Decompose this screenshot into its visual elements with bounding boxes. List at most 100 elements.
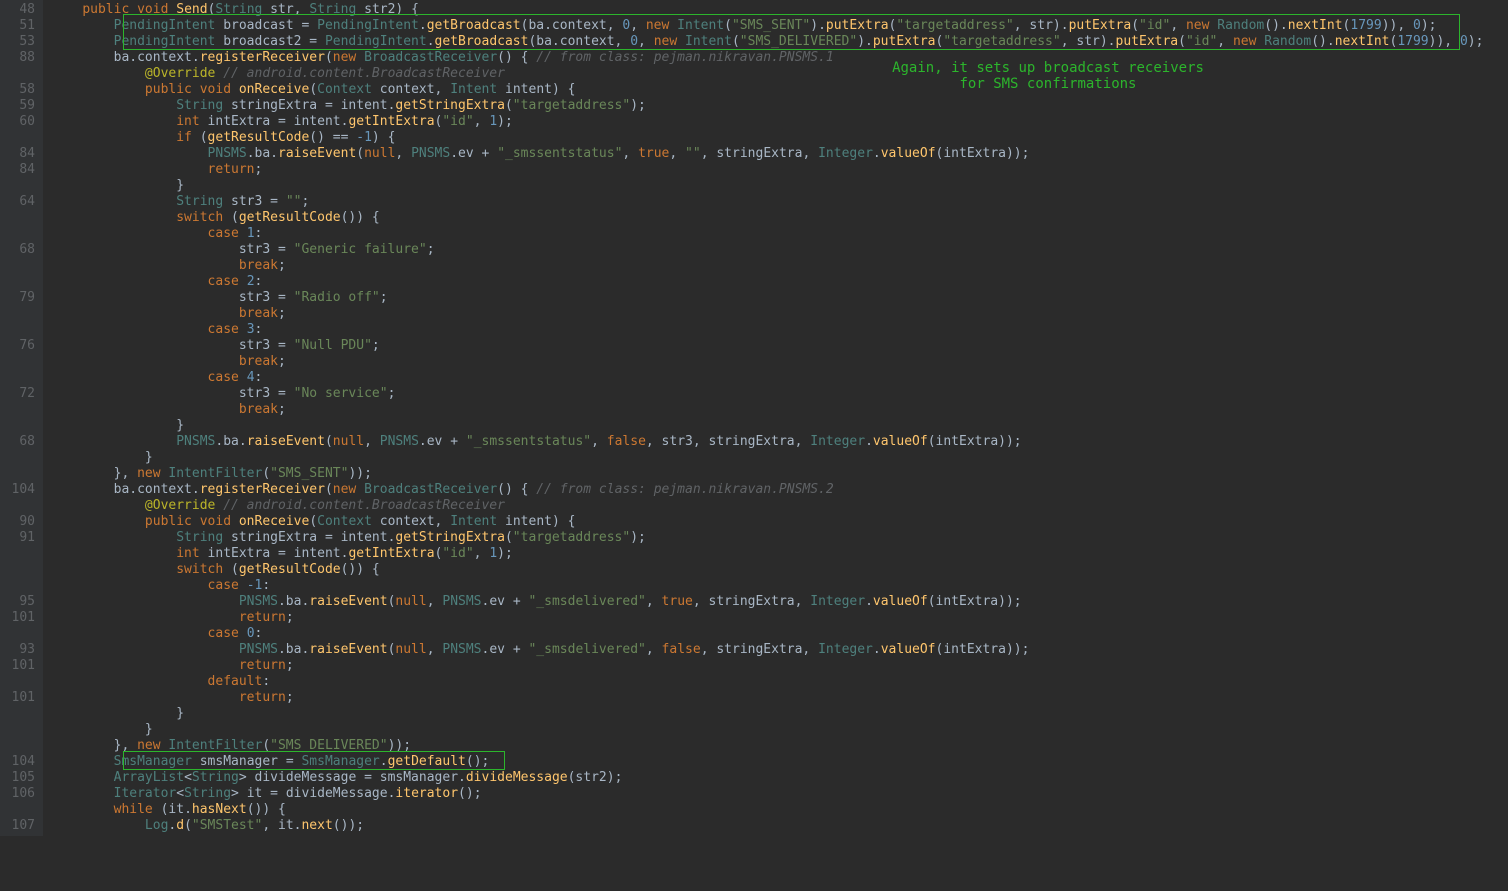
- line-number: 51: [0, 18, 35, 34]
- line-number: 107: [0, 818, 35, 834]
- code-line[interactable]: String stringExtra = intent.getStringExt…: [51, 530, 1508, 546]
- line-number: 59: [0, 98, 35, 114]
- code-line[interactable]: if (getResultCode() == -1) {: [51, 130, 1508, 146]
- code-line[interactable]: break;: [51, 258, 1508, 274]
- code-line[interactable]: }, new IntentFilter("SMS_DELIVERED"));: [51, 738, 1508, 754]
- line-number: [0, 450, 35, 466]
- line-number: 60: [0, 114, 35, 130]
- line-number: 101: [0, 610, 35, 626]
- code-line[interactable]: case 4:: [51, 370, 1508, 386]
- code-line[interactable]: }: [51, 722, 1508, 738]
- line-number: [0, 130, 35, 146]
- code-line[interactable]: }: [51, 418, 1508, 434]
- line-number: [0, 178, 35, 194]
- code-line[interactable]: }, new IntentFilter("SMS_SENT"));: [51, 466, 1508, 482]
- code-editor[interactable]: 4851538858596084846468797672681049091951…: [0, 0, 1508, 836]
- code-line[interactable]: case 1:: [51, 226, 1508, 242]
- line-number: 95: [0, 594, 35, 610]
- code-line[interactable]: PNSMS.ba.raiseEvent(null, PNSMS.ev + "_s…: [51, 434, 1508, 450]
- code-line[interactable]: switch (getResultCode()) {: [51, 562, 1508, 578]
- line-number: 76: [0, 338, 35, 354]
- code-line[interactable]: default:: [51, 674, 1508, 690]
- code-line[interactable]: return;: [51, 610, 1508, 626]
- line-number: 72: [0, 386, 35, 402]
- code-line[interactable]: case 0:: [51, 626, 1508, 642]
- code-line[interactable]: int intExtra = intent.getIntExtra("id", …: [51, 546, 1508, 562]
- code-line[interactable]: case 2:: [51, 274, 1508, 290]
- code-line[interactable]: String stringExtra = intent.getStringExt…: [51, 98, 1508, 114]
- line-number: [0, 258, 35, 274]
- line-number: [0, 306, 35, 322]
- line-number: [0, 402, 35, 418]
- line-number: [0, 706, 35, 722]
- code-line[interactable]: int intExtra = intent.getIntExtra("id", …: [51, 114, 1508, 130]
- code-line[interactable]: public void Send(String str, String str2…: [51, 2, 1508, 18]
- line-number: [0, 466, 35, 482]
- line-number: [0, 210, 35, 226]
- line-number: 68: [0, 242, 35, 258]
- code-line[interactable]: @Override // android.content.BroadcastRe…: [51, 498, 1508, 514]
- line-number: [0, 498, 35, 514]
- code-line[interactable]: return;: [51, 658, 1508, 674]
- code-line[interactable]: break;: [51, 402, 1508, 418]
- code-line[interactable]: PNSMS.ba.raiseEvent(null, PNSMS.ev + "_s…: [51, 642, 1508, 658]
- code-line[interactable]: Log.d("SMSTest", it.next());: [51, 818, 1508, 834]
- line-number: [0, 802, 35, 818]
- line-number: 106: [0, 786, 35, 802]
- code-content[interactable]: Again, it sets up broadcast receivers fo…: [43, 0, 1508, 836]
- line-number: 58: [0, 82, 35, 98]
- line-number: [0, 66, 35, 82]
- code-line[interactable]: return;: [51, 690, 1508, 706]
- line-number: 68: [0, 434, 35, 450]
- line-number: [0, 722, 35, 738]
- line-number: [0, 578, 35, 594]
- code-line[interactable]: Iterator<String> it = divideMessage.iter…: [51, 786, 1508, 802]
- code-line[interactable]: break;: [51, 306, 1508, 322]
- code-line[interactable]: }: [51, 706, 1508, 722]
- line-number: [0, 738, 35, 754]
- code-line[interactable]: public void onReceive(Context context, I…: [51, 82, 1508, 98]
- line-number: 88: [0, 50, 35, 66]
- code-line[interactable]: switch (getResultCode()) {: [51, 210, 1508, 226]
- line-number: [0, 354, 35, 370]
- code-line[interactable]: PNSMS.ba.raiseEvent(null, PNSMS.ev + "_s…: [51, 146, 1508, 162]
- line-number: 101: [0, 690, 35, 706]
- code-line[interactable]: SmsManager smsManager = SmsManager.getDe…: [51, 754, 1508, 770]
- code-line[interactable]: ba.context.registerReceiver(new Broadcas…: [51, 50, 1508, 66]
- code-line[interactable]: return;: [51, 162, 1508, 178]
- line-number: 64: [0, 194, 35, 210]
- code-line[interactable]: String str3 = "";: [51, 194, 1508, 210]
- code-line[interactable]: @Override // android.content.BroadcastRe…: [51, 66, 1508, 82]
- line-number: 91: [0, 530, 35, 546]
- line-number: 48: [0, 2, 35, 18]
- line-number: [0, 226, 35, 242]
- code-line[interactable]: }: [51, 178, 1508, 194]
- line-number: [0, 674, 35, 690]
- code-line[interactable]: str3 = "Null PDU";: [51, 338, 1508, 354]
- line-number: 84: [0, 146, 35, 162]
- code-line[interactable]: PendingIntent broadcast2 = PendingIntent…: [51, 34, 1508, 50]
- line-number: [0, 322, 35, 338]
- code-line[interactable]: ba.context.registerReceiver(new Broadcas…: [51, 482, 1508, 498]
- line-number: 105: [0, 770, 35, 786]
- code-line[interactable]: case -1:: [51, 578, 1508, 594]
- line-number: 101: [0, 658, 35, 674]
- code-line[interactable]: case 3:: [51, 322, 1508, 338]
- line-number: 104: [0, 482, 35, 498]
- line-number: [0, 274, 35, 290]
- code-line[interactable]: public void onReceive(Context context, I…: [51, 514, 1508, 530]
- line-number: 93: [0, 642, 35, 658]
- code-line[interactable]: PNSMS.ba.raiseEvent(null, PNSMS.ev + "_s…: [51, 594, 1508, 610]
- line-number: [0, 626, 35, 642]
- code-line[interactable]: ArrayList<String> divideMessage = smsMan…: [51, 770, 1508, 786]
- line-number: [0, 418, 35, 434]
- code-line[interactable]: str3 = "Generic failure";: [51, 242, 1508, 258]
- line-number: 104: [0, 754, 35, 770]
- code-line[interactable]: PendingIntent broadcast = PendingIntent.…: [51, 18, 1508, 34]
- code-line[interactable]: str3 = "No service";: [51, 386, 1508, 402]
- code-line[interactable]: while (it.hasNext()) {: [51, 802, 1508, 818]
- line-number: 53: [0, 34, 35, 50]
- code-line[interactable]: str3 = "Radio off";: [51, 290, 1508, 306]
- code-line[interactable]: break;: [51, 354, 1508, 370]
- code-line[interactable]: }: [51, 450, 1508, 466]
